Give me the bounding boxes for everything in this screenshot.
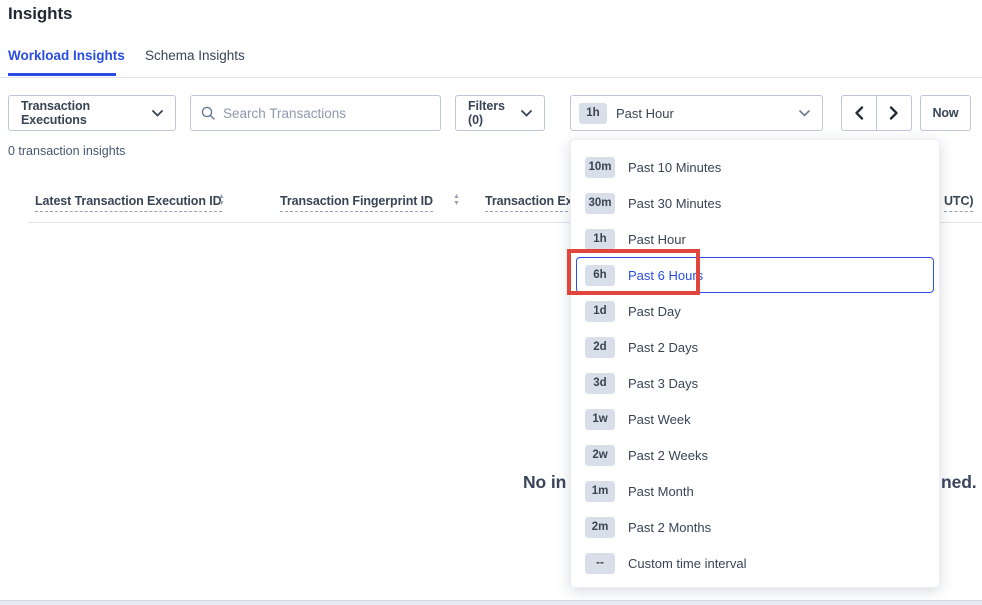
time-option-badge: 1d: [585, 301, 615, 322]
time-option-2d[interactable]: 2d Past 2 Days: [576, 329, 934, 365]
tab-schema-insights[interactable]: Schema Insights: [145, 48, 245, 63]
column-header-utc-clipped[interactable]: UTC): [944, 194, 973, 212]
next-interval-button[interactable]: [876, 96, 911, 130]
chevron-right-icon: [889, 106, 899, 120]
time-option-label: Past Month: [628, 484, 694, 499]
time-option-label: Past Hour: [628, 232, 686, 247]
active-tab-underline: [8, 73, 116, 76]
search-input[interactable]: [223, 106, 423, 121]
tab-workload-insights[interactable]: Workload Insights: [8, 48, 125, 63]
column-header-latest-transaction-execution-id[interactable]: Latest Transaction Execution ID: [35, 194, 222, 212]
filters-button[interactable]: Filters (0): [455, 95, 545, 131]
previous-interval-button[interactable]: [842, 96, 876, 130]
time-interval-label: Past Hour: [616, 106, 799, 121]
time-option-30m[interactable]: 30m Past 30 Minutes: [576, 185, 934, 221]
search-icon: [201, 106, 215, 120]
empty-state-message-left: No in: [523, 472, 566, 493]
time-option-10m[interactable]: 10m Past 10 Minutes: [576, 149, 934, 185]
insights-count-text: 0 transaction insights: [8, 144, 125, 158]
time-option-badge: 6h: [585, 265, 615, 286]
time-option-1d[interactable]: 1d Past Day: [576, 293, 934, 329]
time-option-badge: 1m: [585, 481, 615, 502]
sort-icon[interactable]: ▲▼: [453, 193, 460, 207]
time-option-label: Custom time interval: [628, 556, 746, 571]
time-option-2w[interactable]: 2w Past 2 Weeks: [576, 437, 934, 473]
chevron-down-icon: [152, 110, 163, 117]
column-header-transaction-execution-clipped[interactable]: Transaction Ex: [485, 194, 573, 212]
time-option-1w[interactable]: 1w Past Week: [576, 401, 934, 437]
time-nav-arrows: [841, 95, 912, 131]
time-option-2m[interactable]: 2m Past 2 Months: [576, 509, 934, 545]
sort-icon[interactable]: ▲▼: [218, 193, 225, 207]
time-option-badge: 10m: [585, 157, 615, 178]
insights-page: Insights Workload Insights Schema Insigh…: [0, 0, 982, 605]
now-button-label: Now: [932, 106, 958, 120]
filters-label: Filters (0): [468, 99, 521, 127]
time-option-label: Past Week: [628, 412, 691, 427]
time-option-label: Past 2 Weeks: [628, 448, 708, 463]
time-option-badge: 1h: [585, 229, 615, 250]
time-option-badge: 2d: [585, 337, 615, 358]
time-option-badge: 2m: [585, 517, 615, 538]
time-option-label: Past 10 Minutes: [628, 160, 721, 175]
time-option-badge: 1w: [585, 409, 615, 430]
time-option-6h[interactable]: 6h Past 6 Hours: [576, 257, 934, 293]
time-option---[interactable]: -- Custom time interval: [576, 545, 934, 581]
chevron-down-icon: [799, 110, 810, 117]
time-option-badge: 2w: [585, 445, 615, 466]
tabbar-divider: [0, 77, 982, 78]
time-option-badge: 30m: [585, 193, 615, 214]
time-option-label: Past 2 Days: [628, 340, 698, 355]
time-option-badge: 3d: [585, 373, 615, 394]
time-interval-dropdown: 10m Past 10 Minutes 30m Past 30 Minutes …: [570, 139, 940, 588]
time-option-1h[interactable]: 1h Past Hour: [576, 221, 934, 257]
time-option-label: Past 3 Days: [628, 376, 698, 391]
empty-state-message-right: ned.: [941, 472, 977, 493]
time-option-label: Past 30 Minutes: [628, 196, 721, 211]
column-header-transaction-fingerprint-id[interactable]: Transaction Fingerprint ID: [280, 194, 433, 212]
time-interval-badge: 1h: [579, 103, 607, 124]
time-option-badge: --: [585, 553, 615, 574]
time-option-label: Past 6 Hours: [628, 268, 703, 283]
time-option-label: Past 2 Months: [628, 520, 711, 535]
time-interval-select[interactable]: 1h Past Hour: [570, 95, 823, 131]
transaction-type-label: Transaction Executions: [21, 99, 152, 127]
time-option-label: Past Day: [628, 304, 681, 319]
chevron-down-icon: [521, 110, 532, 117]
time-option-3d[interactable]: 3d Past 3 Days: [576, 365, 934, 401]
page-title: Insights: [8, 4, 72, 24]
transaction-type-select[interactable]: Transaction Executions: [8, 95, 176, 131]
search-box[interactable]: [190, 95, 441, 131]
chevron-left-icon: [854, 106, 864, 120]
now-button[interactable]: Now: [920, 95, 971, 131]
bottom-section-divider: [0, 600, 982, 605]
time-option-1m[interactable]: 1m Past Month: [576, 473, 934, 509]
